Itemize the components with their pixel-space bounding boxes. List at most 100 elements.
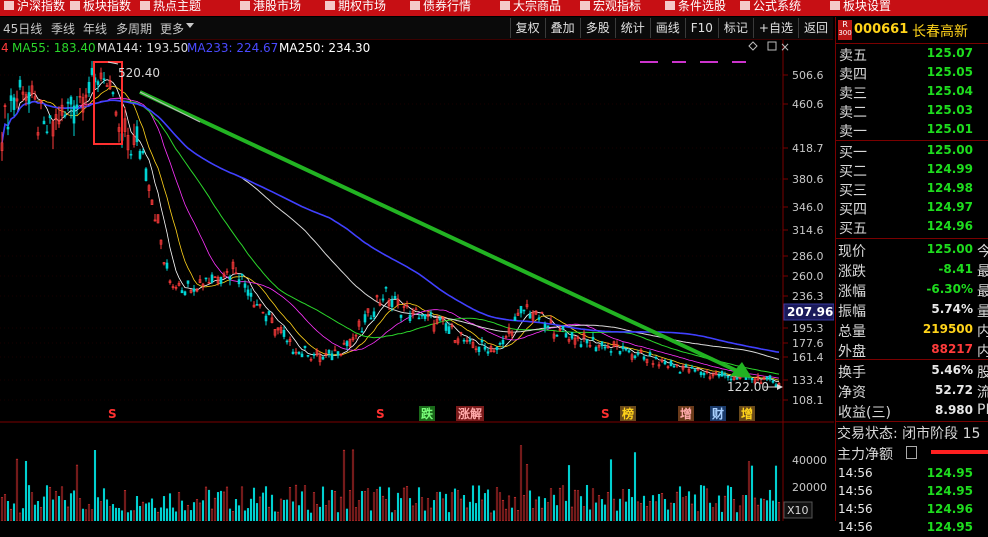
- top-menu-item[interactable]: 板块设置: [830, 0, 891, 13]
- volume-bar: [657, 494, 661, 521]
- close-icon[interactable]: ×: [780, 40, 790, 54]
- stat-value: -8.41: [938, 262, 973, 276]
- overlay-button[interactable]: 叠加: [544, 18, 580, 38]
- candle-body: [480, 339, 484, 343]
- volume-bar: [756, 504, 760, 521]
- volume-bar: [639, 503, 643, 521]
- candle-body: [585, 339, 589, 344]
- volume-bar: [258, 496, 262, 521]
- draw-line-button[interactable]: 画线: [649, 18, 685, 38]
- candle-body: [771, 380, 775, 383]
- candle-body: [399, 314, 403, 318]
- stat-row: 涨幅 -6.30% 最: [836, 280, 988, 300]
- bid-row: 买四 124.97: [836, 198, 988, 218]
- ma144-label: MA144: 193.50: [97, 41, 189, 55]
- volume-bar: [345, 508, 349, 521]
- candle-body: [183, 291, 187, 296]
- tick-price: 124.95: [926, 520, 973, 534]
- volume-bar: [459, 498, 463, 521]
- event-marker[interactable]: S: [108, 407, 117, 421]
- restore-icon[interactable]: [767, 41, 777, 51]
- candle-body: [303, 345, 307, 349]
- top-menu-item[interactable]: 大宗商品: [500, 0, 561, 13]
- volume-bar: [129, 510, 133, 521]
- top-menu-item[interactable]: 板块指数: [70, 0, 131, 13]
- menu-item-label: 宏观指标: [593, 0, 642, 13]
- volume-bar: [687, 491, 691, 521]
- diamond-icon[interactable]: [748, 41, 758, 51]
- candle-body: [141, 150, 145, 154]
- order-label: 买四: [839, 202, 867, 218]
- event-marker[interactable]: 榜: [622, 406, 634, 421]
- volume-bar: [228, 508, 232, 521]
- volume-bar: [582, 506, 586, 521]
- tab-more[interactable]: 更多: [160, 20, 184, 37]
- candle-body: [555, 334, 559, 337]
- event-marker[interactable]: 增: [741, 406, 753, 421]
- candle-body: [690, 367, 694, 369]
- candle-body: [600, 341, 604, 347]
- top-menu-item[interactable]: 期权市场: [325, 0, 386, 13]
- top-menu-item[interactable]: 热点主题: [140, 0, 201, 13]
- volume-bar: [417, 487, 421, 521]
- order-price: 125.05: [926, 65, 973, 79]
- price-tick-label: 195.3: [792, 322, 824, 335]
- candle-body: [102, 78, 106, 81]
- volume-bar: [468, 501, 472, 521]
- back-button[interactable]: 返回: [797, 18, 833, 38]
- multi-stock-button[interactable]: 多股: [579, 18, 615, 38]
- candle-body: [498, 343, 502, 345]
- volume-bar: [729, 486, 733, 521]
- top-menu-item[interactable]: 沪深指数: [4, 0, 65, 13]
- event-marker[interactable]: 增: [680, 406, 692, 421]
- candle-body: [135, 126, 139, 143]
- event-marker[interactable]: S: [376, 407, 385, 421]
- event-marker[interactable]: 财: [711, 406, 724, 421]
- event-marker[interactable]: S: [601, 407, 610, 421]
- order-price: 125.01: [926, 122, 973, 136]
- volume-bar: [18, 512, 22, 521]
- volume-bar: [117, 507, 121, 521]
- f10-button[interactable]: F10: [684, 18, 718, 38]
- menu-item-icon: [325, 1, 335, 10]
- tab-quarter[interactable]: 季线: [51, 20, 75, 37]
- stats-button[interactable]: 统计: [614, 18, 650, 38]
- restore-rights-button[interactable]: 复权: [509, 18, 545, 38]
- volume-bar: [435, 492, 439, 521]
- volume-bar: [21, 508, 25, 521]
- candle-body: [603, 346, 607, 349]
- event-marker[interactable]: 涨解: [458, 406, 482, 421]
- details-icon[interactable]: [906, 446, 917, 459]
- stock-code: 000661: [854, 22, 909, 37]
- stat-value: 219500: [922, 322, 973, 336]
- volume-bar: [750, 465, 754, 521]
- menu-item-label: 公式系统: [753, 0, 802, 13]
- stat-label: 净资: [838, 385, 866, 401]
- volume-bar: [375, 489, 379, 521]
- volume-bar: [642, 495, 646, 521]
- kline-chart[interactable]: 506.6 460.6 418.7 380.6 346.0 314.6 286.0 260.0…: [0, 40, 834, 521]
- volume-bar: [27, 485, 31, 521]
- add-watchlist-button[interactable]: +自选: [752, 18, 798, 38]
- mark-button[interactable]: 标记: [717, 18, 753, 38]
- top-menu-item[interactable]: 债券行情: [410, 0, 471, 13]
- tick-price: 124.95: [926, 484, 973, 498]
- tab-year[interactable]: 年线: [83, 20, 107, 37]
- top-menu-item[interactable]: 港股市场: [240, 0, 301, 13]
- bid-row: 买二 124.99: [836, 160, 988, 180]
- price-tick-label: 236.3: [792, 290, 824, 303]
- order-label: 卖五: [839, 48, 867, 64]
- stat-value: 5.46%: [931, 363, 973, 377]
- top-menu-item[interactable]: 条件选股: [665, 0, 726, 13]
- event-marker[interactable]: 跌: [421, 406, 434, 421]
- tick-price: 124.95: [926, 466, 973, 480]
- tab-multi-period[interactable]: 多周期: [116, 20, 152, 37]
- more-chevron-icon[interactable]: [186, 23, 194, 28]
- top-menu-item[interactable]: 公式系统: [740, 0, 801, 13]
- tab-45day[interactable]: 45日线: [3, 20, 42, 37]
- volume-bar: [507, 495, 511, 521]
- top-menu-item[interactable]: 宏观指标: [580, 0, 641, 13]
- candle-body: [306, 354, 310, 357]
- volume-bar: [675, 491, 679, 521]
- volume-bar: [396, 492, 400, 521]
